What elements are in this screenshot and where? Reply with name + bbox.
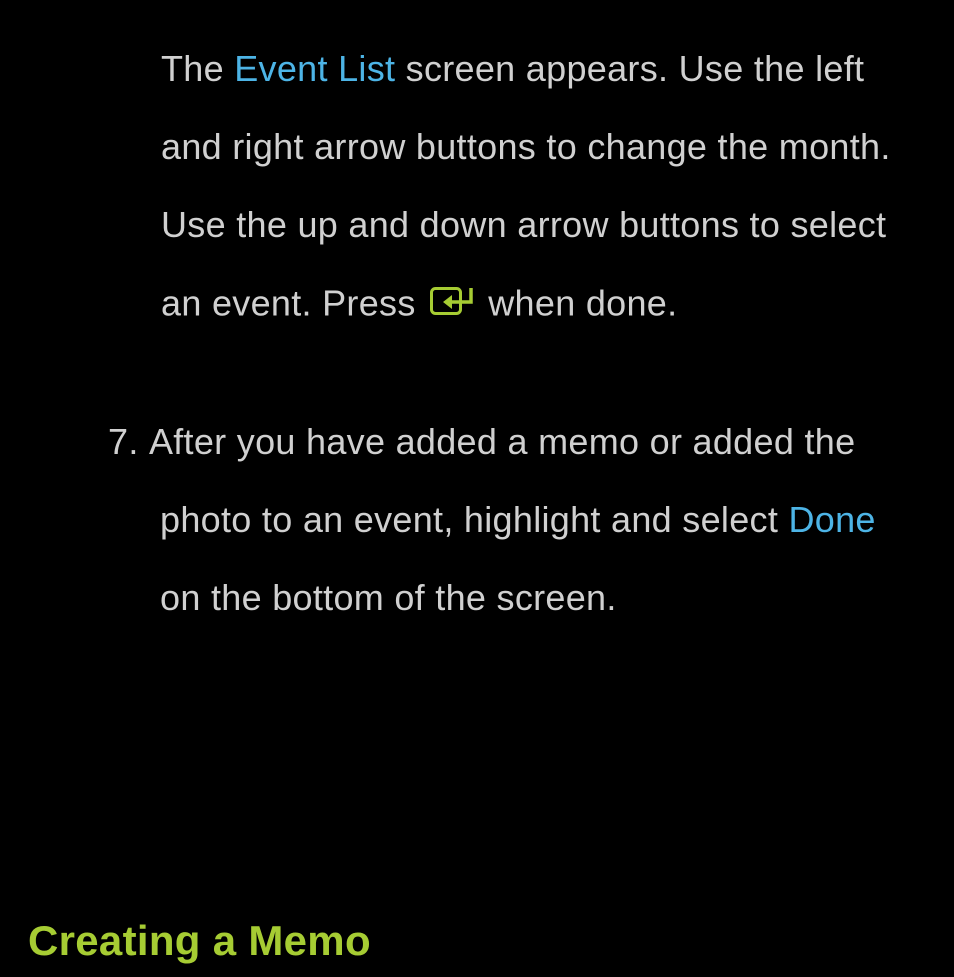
paragraph-text: The Event List screen appears. Use the l… — [161, 30, 904, 348]
instruction-paragraph-event-list: The Event List screen appears. Use the l… — [0, 30, 954, 348]
section-heading-creating-memo: Creating a Memo — [28, 917, 371, 965]
event-list-link[interactable]: Event List — [234, 48, 395, 89]
instruction-step-7: 7. After you have added a memo or added … — [0, 403, 954, 637]
text-segment: The — [161, 48, 234, 89]
done-link[interactable]: Done — [788, 499, 875, 540]
step-content: 7. After you have added a memo or added … — [108, 403, 904, 637]
text-segment: on the bottom of the screen. — [160, 577, 617, 618]
text-segment: when done. — [478, 283, 677, 324]
enter-icon — [430, 264, 474, 342]
step-number: 7. — [108, 421, 139, 462]
text-segment: After you have added a memo or added the… — [149, 421, 855, 540]
